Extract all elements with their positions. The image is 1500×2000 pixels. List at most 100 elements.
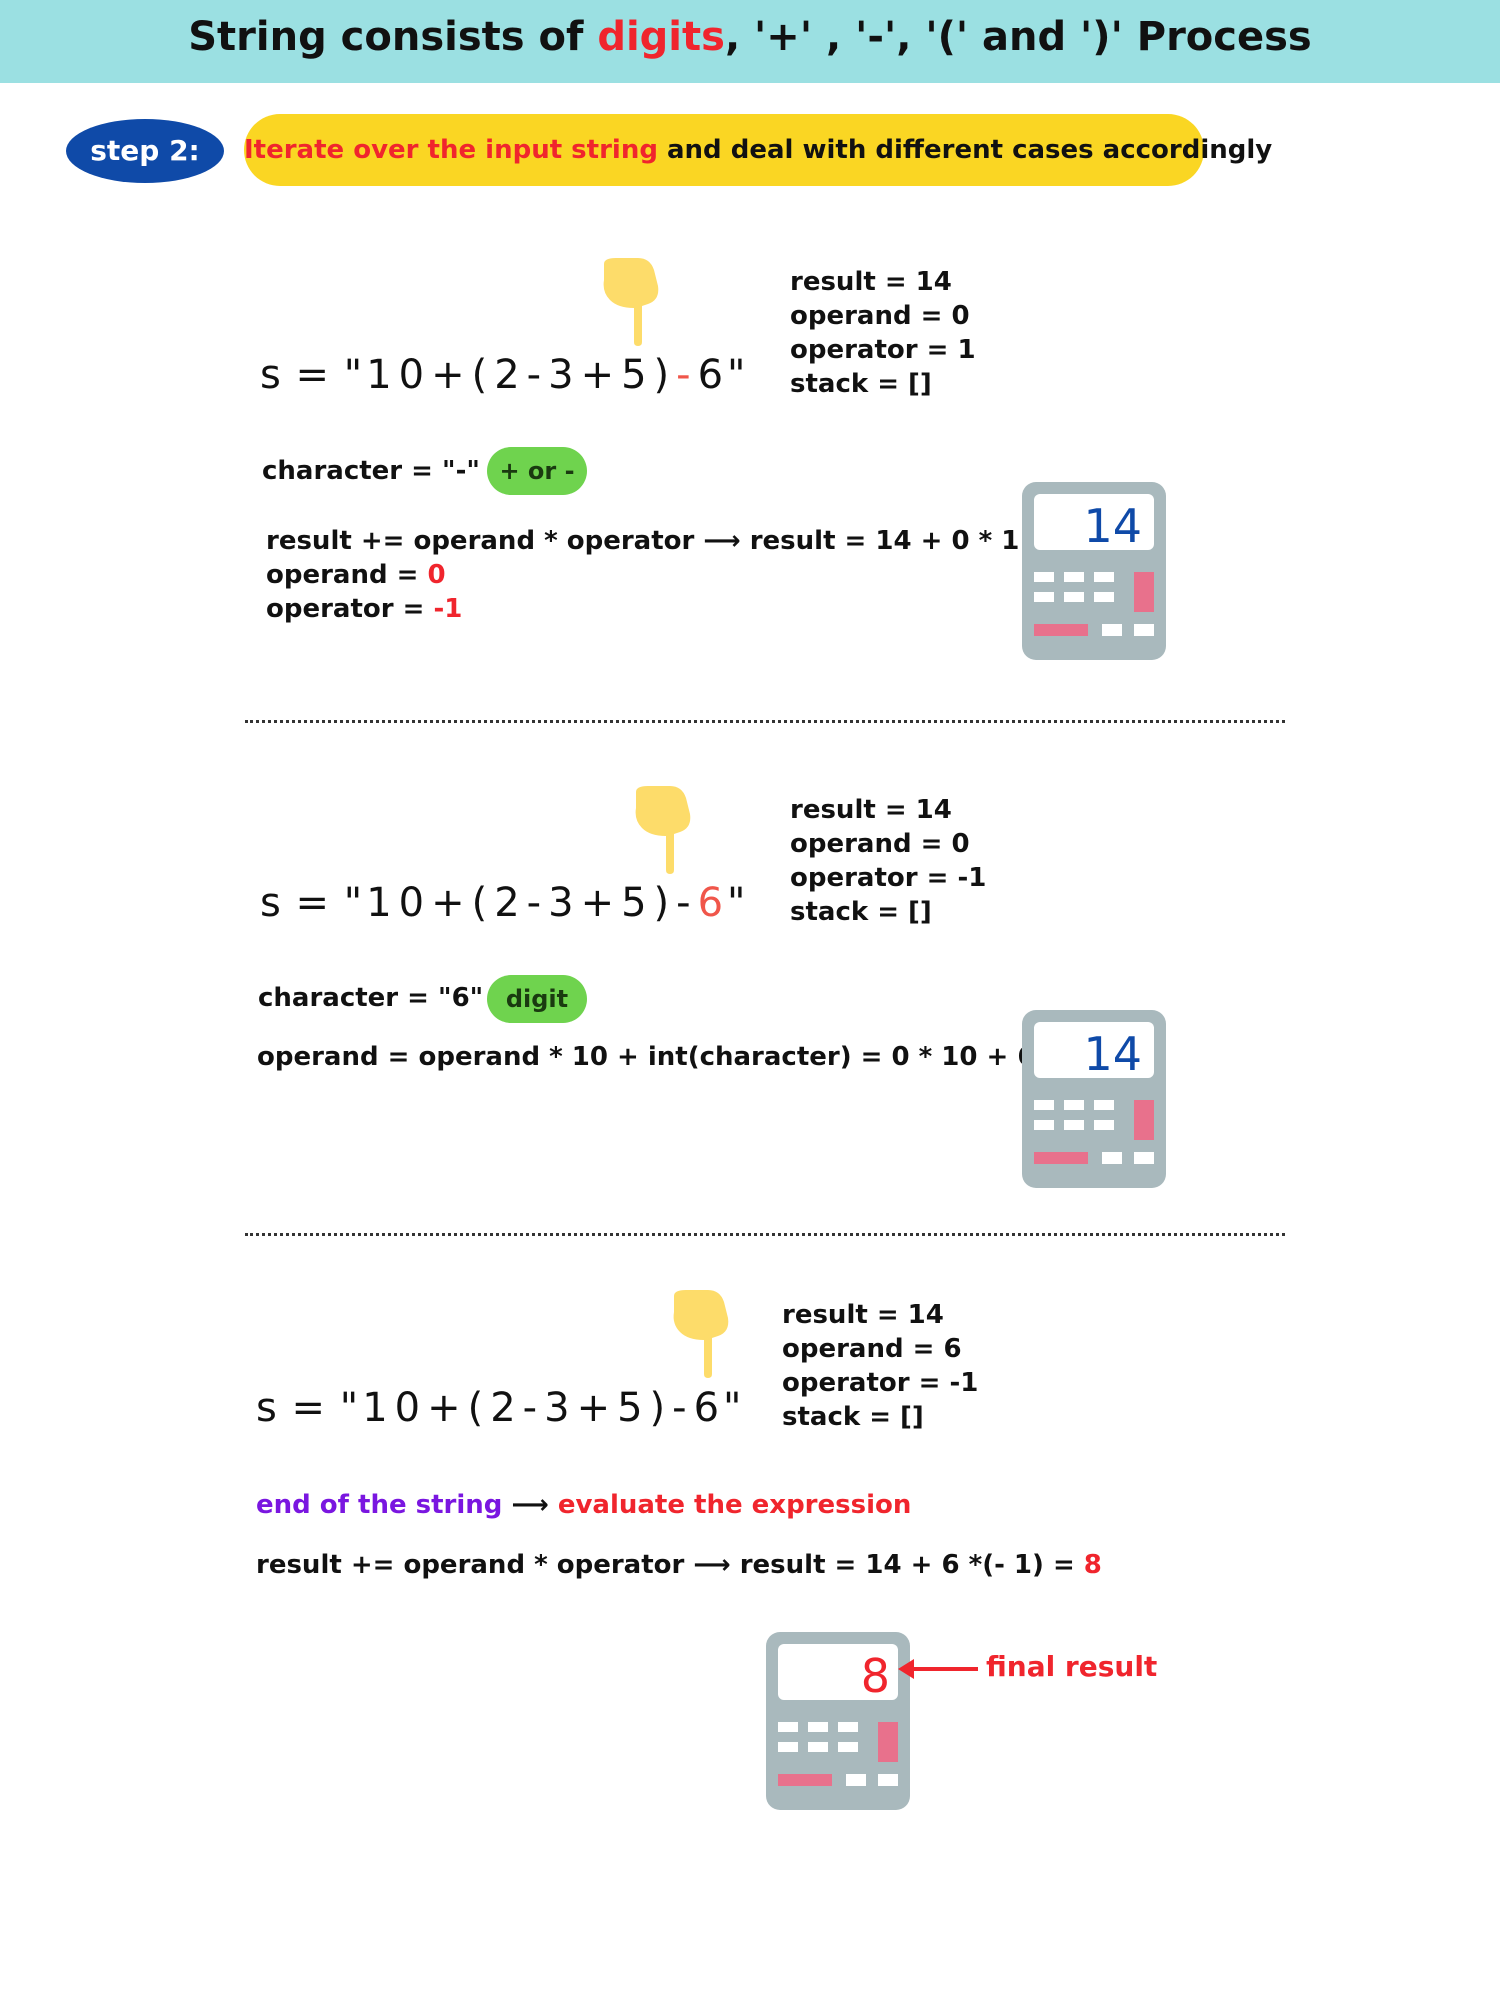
action-text: operator = [266, 594, 434, 624]
string-char: 3 [548, 880, 575, 926]
string-char: ( [471, 880, 489, 926]
state-variables: result = 14 operand = 0 operator = 1 sta… [790, 265, 976, 401]
evaluate-label: evaluate the expression [557, 1490, 912, 1520]
string-char: 0 [398, 352, 426, 398]
string-char: 5 [621, 880, 648, 926]
section-divider [245, 1233, 1285, 1236]
string-suffix: " [727, 880, 747, 926]
character-label: character = "6" [258, 983, 484, 1013]
action-text: operand = [266, 560, 428, 590]
action-lines: result += operand * operator ⟶ result = … [266, 524, 1095, 626]
action-line: operator = -1 [266, 592, 1095, 626]
end-of-string-label: end of the string [256, 1490, 503, 1520]
var-stack: stack = [] [782, 1402, 924, 1432]
var-operator: operator = -1 [782, 1368, 979, 1398]
section-divider [245, 720, 1285, 723]
string-char: 6 [697, 880, 725, 926]
string-chars: 1 0 +(2-3 +5) -6 [359, 1385, 723, 1431]
string-char: + [580, 352, 616, 398]
string-char: - [522, 1385, 539, 1431]
string-char: 3 [544, 1385, 571, 1431]
string-char: ) [649, 1385, 667, 1431]
final-result-label: final result [986, 1650, 1158, 1683]
var-operator: operator = -1 [790, 863, 987, 893]
calculator-icon: 14 [1022, 1010, 1166, 1188]
title-suffix: , '+' , '-', '(' and ')' Process [724, 14, 1312, 60]
character-label: character = "-" [262, 456, 480, 486]
var-operand: operand = 0 [790, 829, 970, 859]
string-char: 1 [362, 1385, 389, 1431]
string-char: - [672, 1385, 688, 1431]
string-char: ) [653, 352, 671, 398]
title-prefix: String consists of [188, 14, 598, 60]
var-operand: operand = 0 [790, 301, 970, 331]
var-operand: operand = 6 [782, 1334, 962, 1364]
var-stack: stack = [] [790, 897, 932, 927]
case-tag: + or - [487, 447, 587, 495]
var-stack: stack = [] [790, 369, 932, 399]
page-title: String consists of digits, '+' , '-', '(… [0, 14, 1500, 60]
left-arrow-icon [898, 1659, 978, 1679]
string-char: 1 [366, 880, 393, 926]
calculator-icon: 8 [766, 1632, 910, 1810]
string-char: 6 [693, 1385, 721, 1431]
string-char: + [431, 880, 466, 926]
string-char: + [427, 1385, 462, 1431]
string-char: 6 [697, 352, 725, 398]
string-prefix: s = " [260, 352, 364, 398]
string-char: 5 [617, 1385, 644, 1431]
state-variables: result = 14 operand = 6 operator = -1 st… [782, 1298, 978, 1434]
action-line: operand = operand * 10 + int(character) … [257, 1042, 1093, 1072]
string-char: 1 [366, 352, 393, 398]
pointing-hand-icon [635, 786, 691, 874]
step-instruction: Iterate over the input string and deal w… [244, 114, 1272, 186]
string-char: ( [471, 352, 489, 398]
string-char: 2 [490, 1385, 517, 1431]
input-string: s = "1 0 +(2-3 +5) -6" [260, 352, 746, 398]
string-char: - [676, 880, 692, 926]
action-line: result += operand * operator ⟶ result = … [256, 1550, 1102, 1580]
string-char: - [676, 352, 692, 398]
instruction-highlight: Iterate over the input string [244, 135, 658, 165]
string-chars: 1 0 +(2-3 +5) -6 [363, 880, 727, 926]
action-value: 8 [1083, 1550, 1102, 1580]
instruction-text: and deal with different cases accordingl… [657, 135, 1273, 165]
action-line: result += operand * operator ⟶ result = … [266, 524, 1095, 558]
end-line: end of the string ⟶ evaluate the express… [256, 1490, 911, 1520]
string-char: 3 [548, 352, 575, 398]
string-char: + [576, 1385, 612, 1431]
action-lines: result += operand * operator ⟶ result = … [256, 1550, 1102, 1580]
case-tag: digit [487, 975, 587, 1023]
var-operator: operator = 1 [790, 335, 976, 365]
string-char: 2 [494, 880, 521, 926]
string-char: 0 [394, 1385, 422, 1431]
step-badge: step 2: [66, 119, 224, 183]
calculator-icon: 14 [1022, 482, 1166, 660]
string-chars: 1 0 +(2-3 +5) -6 [363, 352, 727, 398]
string-prefix: s = " [260, 880, 364, 926]
calculator-display: 8 [861, 1649, 890, 1703]
string-char: - [526, 880, 543, 926]
string-suffix: " [727, 352, 747, 398]
string-char: 0 [398, 880, 426, 926]
action-text: operand = operand * 10 + int(character) … [257, 1042, 1076, 1072]
var-result: result = 14 [782, 1300, 944, 1330]
input-string: s = "1 0 +(2-3 +5) -6" [260, 880, 746, 926]
pointing-hand-icon [673, 1290, 729, 1378]
action-value: 0 [427, 560, 446, 590]
action-text: result += operand * operator ⟶ result = … [256, 1550, 1084, 1580]
action-value: -1 [433, 594, 463, 624]
right-arrow-icon: ⟶ [511, 1490, 549, 1520]
string-char: + [431, 352, 466, 398]
action-text: result += operand * operator ⟶ result = … [266, 526, 1060, 556]
string-char: 5 [621, 352, 648, 398]
string-char: - [526, 352, 543, 398]
action-line: operand = 0 [266, 558, 1095, 592]
var-result: result = 14 [790, 267, 952, 297]
string-suffix: " [723, 1385, 743, 1431]
calculator-display: 14 [1083, 499, 1142, 553]
string-char: ( [467, 1385, 485, 1431]
action-lines: operand = operand * 10 + int(character) … [257, 1042, 1093, 1072]
input-string: s = "1 0 +(2-3 +5) -6" [256, 1385, 742, 1431]
pointing-hand-icon [603, 258, 659, 346]
